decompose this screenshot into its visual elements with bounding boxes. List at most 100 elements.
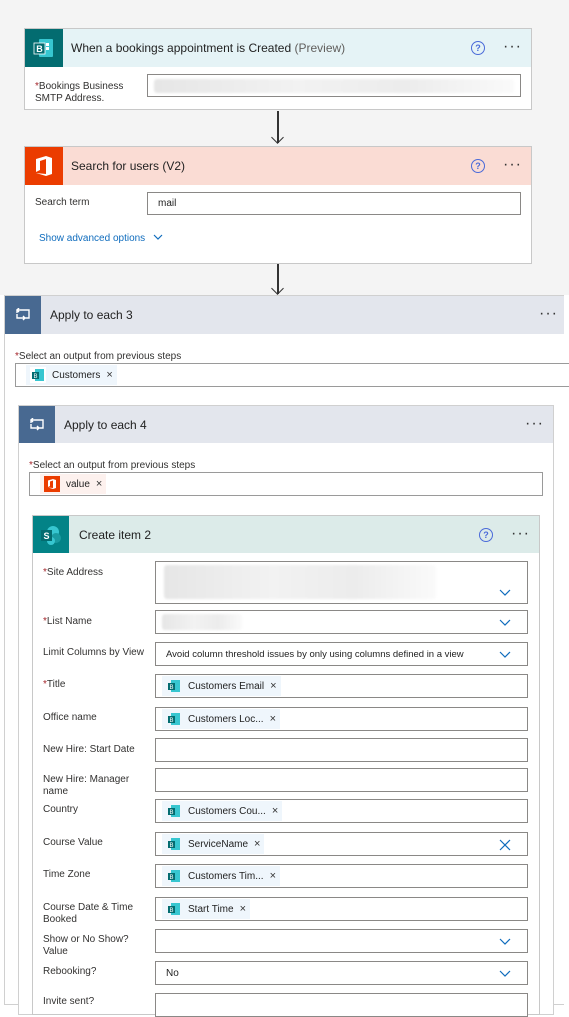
svg-text:S: S xyxy=(43,531,49,541)
customers-location-token[interactable]: B Customers Loc... × xyxy=(162,709,281,729)
more-options-icon[interactable]: ··· xyxy=(503,39,522,55)
svg-text:B: B xyxy=(169,718,173,724)
bookings-icon: B xyxy=(166,901,182,917)
bookings-icon: B xyxy=(25,29,63,67)
apply-to-each-4-header[interactable]: Apply to each 4 xyxy=(19,406,553,443)
trigger-preview-tag: (Preview) xyxy=(294,41,346,55)
new-hire-manager-input[interactable] xyxy=(155,768,528,792)
token-label: Customers Loc... xyxy=(188,713,264,725)
chevron-down-icon[interactable] xyxy=(499,618,511,628)
loop-icon xyxy=(19,406,55,443)
create-item-2-header[interactable]: S Create item 2 xyxy=(33,516,539,553)
help-icon[interactable]: ? xyxy=(471,41,485,55)
remove-token-icon[interactable]: × xyxy=(270,713,276,725)
trigger-title-text: When a bookings appointment is Created xyxy=(71,41,292,55)
time-zone-label: Time Zone xyxy=(43,869,91,880)
token-label: Start Time xyxy=(188,903,234,915)
limit-columns-select[interactable]: Avoid column threshold issues by only us… xyxy=(155,642,528,666)
remove-token-icon[interactable]: × xyxy=(270,870,276,882)
chevron-down-icon[interactable] xyxy=(499,937,511,947)
country-input[interactable]: B Customers Cou... × xyxy=(155,799,528,823)
search-users-title: Search for users (V2) xyxy=(71,159,186,173)
chevron-down-icon[interactable] xyxy=(499,650,511,660)
select-output-label: *Select an output from previous steps xyxy=(29,460,196,471)
token-label: Customers Cou... xyxy=(188,805,266,817)
sharepoint-icon: S xyxy=(33,516,69,553)
course-value-input[interactable]: B ServiceName × xyxy=(155,832,528,856)
remove-token-icon[interactable]: × xyxy=(272,805,278,817)
help-icon[interactable]: ? xyxy=(479,528,493,542)
smtp-address-label: *Bookings Business SMTP Address. xyxy=(35,81,124,104)
bookings-trigger-card[interactable]: B When a bookings appointment is Created… xyxy=(24,28,532,110)
chevron-down-icon[interactable] xyxy=(499,588,511,598)
country-label: Country xyxy=(43,804,79,815)
bookings-icon: B xyxy=(166,803,182,819)
rebooking-select[interactable]: No xyxy=(155,961,528,985)
customers-time-zone-token[interactable]: B Customers Tim... × xyxy=(162,866,281,886)
search-users-card[interactable]: Search for users (V2) ? ··· Search term … xyxy=(24,146,532,264)
office-name-input[interactable]: B Customers Loc... × xyxy=(155,707,528,731)
svg-text:B: B xyxy=(169,685,173,691)
trigger-title: When a bookings appointment is Created (… xyxy=(71,41,345,55)
show-no-show-label: Show or No Show? Value xyxy=(43,934,129,957)
limit-columns-value: Avoid column threshold issues by only us… xyxy=(166,649,464,660)
service-name-token[interactable]: B ServiceName × xyxy=(162,834,265,854)
clear-icon[interactable] xyxy=(499,839,511,851)
start-time-token[interactable]: B Start Time × xyxy=(162,899,251,919)
customers-email-token[interactable]: B Customers Email × xyxy=(162,676,281,696)
select-output-input[interactable]: value × xyxy=(29,472,543,496)
limit-columns-label: Limit Columns by View xyxy=(43,647,144,658)
token-label: ServiceName xyxy=(188,838,249,850)
value-token[interactable]: value × xyxy=(40,474,107,494)
list-name-input[interactable] xyxy=(155,610,528,634)
chevron-down-icon[interactable] xyxy=(499,969,511,979)
create-item-2-card[interactable]: S Create item 2 ? ··· *Site Address *Lis… xyxy=(32,515,540,1017)
show-advanced-options-link[interactable]: Show advanced options xyxy=(39,233,163,244)
more-options-icon[interactable]: ··· xyxy=(503,157,522,173)
bookings-icon: B xyxy=(166,678,182,694)
remove-token-icon[interactable]: × xyxy=(240,903,246,915)
apply-to-each-3-header[interactable]: Apply to each 3 xyxy=(5,296,564,334)
smtp-address-input[interactable] xyxy=(147,74,521,97)
customers-country-token[interactable]: B Customers Cou... × xyxy=(162,801,283,821)
title-input[interactable]: B Customers Email × xyxy=(155,674,528,698)
customers-token[interactable]: B Customers × xyxy=(26,365,117,385)
site-address-label: *Site Address xyxy=(43,567,104,578)
svg-text:B: B xyxy=(169,908,173,914)
site-address-input[interactable] xyxy=(155,561,528,604)
token-label: value xyxy=(66,478,90,490)
search-users-header[interactable]: Search for users (V2) xyxy=(25,147,531,185)
course-date-time-input[interactable]: B Start Time × xyxy=(155,897,528,921)
remove-token-icon[interactable]: × xyxy=(96,478,102,490)
show-no-show-select[interactable] xyxy=(155,929,528,953)
list-name-label: *List Name xyxy=(43,616,92,627)
remove-token-icon[interactable]: × xyxy=(254,838,260,850)
office365-icon xyxy=(25,147,63,185)
rebooking-label: Rebooking? xyxy=(43,966,97,977)
invite-sent-select[interactable] xyxy=(155,993,528,1017)
select-output-input[interactable]: B Customers × xyxy=(15,363,569,387)
remove-token-icon[interactable]: × xyxy=(270,680,276,692)
time-zone-input[interactable]: B Customers Tim... × xyxy=(155,864,528,888)
course-value-label: Course Value xyxy=(43,837,103,848)
more-options-icon[interactable]: ··· xyxy=(525,416,544,432)
search-term-label: Search term xyxy=(35,197,90,208)
bookings-icon: B xyxy=(166,868,182,884)
token-label: Customers Tim... xyxy=(188,870,264,882)
title-label: *Title xyxy=(43,679,66,690)
bookings-trigger-header[interactable]: B When a bookings appointment is Created… xyxy=(25,29,531,67)
svg-text:B: B xyxy=(36,44,43,54)
redacted-value xyxy=(164,565,436,599)
create-item-2-title: Create item 2 xyxy=(79,527,152,542)
token-label: Customers Email xyxy=(188,680,265,692)
new-hire-manager-label: New Hire: Manager name xyxy=(43,774,130,797)
help-icon[interactable]: ? xyxy=(471,159,485,173)
new-hire-start-date-input[interactable] xyxy=(155,738,528,762)
office-name-label: Office name xyxy=(43,712,97,723)
more-options-icon[interactable]: ··· xyxy=(539,306,558,322)
svg-text:B: B xyxy=(33,374,37,380)
select-output-label: *Select an output from previous steps xyxy=(15,351,182,362)
search-term-input[interactable]: mail xyxy=(147,192,521,215)
more-options-icon[interactable]: ··· xyxy=(511,526,530,542)
remove-token-icon[interactable]: × xyxy=(106,369,112,381)
